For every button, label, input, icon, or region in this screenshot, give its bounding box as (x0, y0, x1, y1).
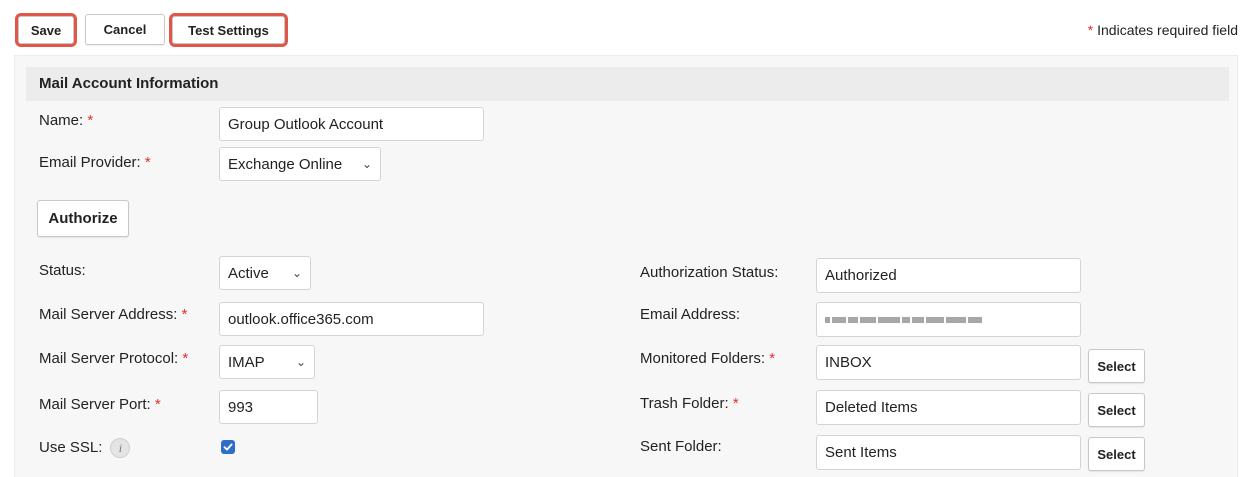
email-provider-select[interactable]: Exchange Online ⌄ (219, 147, 381, 181)
name-label: Name: * (39, 112, 94, 129)
authorization-status-value: Authorized (825, 267, 897, 284)
email-provider-label: Email Provider: * (39, 154, 151, 171)
chevron-down-icon: ⌄ (291, 266, 302, 280)
required-star: * (1087, 22, 1094, 38)
status-value: Active (228, 264, 269, 282)
save-button[interactable]: Save (15, 13, 77, 47)
email-provider-value: Exchange Online (228, 155, 343, 173)
chevron-down-icon: ⌄ (361, 157, 372, 171)
use-ssl-checkbox[interactable] (221, 440, 235, 454)
section-title: Mail Account Information (39, 75, 219, 92)
email-address-label: Email Address: (640, 306, 741, 323)
mail-server-address-value: outlook.office365.com (228, 310, 374, 328)
select-trash-folder-button[interactable]: Select (1088, 393, 1145, 427)
mail-server-protocol-value: IMAP (228, 353, 265, 371)
obscured-email-value (825, 316, 982, 323)
required-field-note: * Indicates required field (1088, 22, 1238, 38)
mail-server-address-input[interactable]: outlook.office365.com (219, 302, 484, 336)
sent-folder-input[interactable]: Sent Items (816, 435, 1081, 470)
required-note-text: Indicates required field (1097, 22, 1238, 38)
mail-server-port-value: 993 (228, 398, 254, 416)
monitored-folders-label: Monitored Folders: * (640, 350, 776, 367)
test-settings-button[interactable]: Test Settings (169, 13, 288, 47)
section-header: Mail Account Information (26, 67, 1229, 101)
mail-server-address-label: Mail Server Address: * (39, 306, 188, 323)
trash-folder-value: Deleted Items (825, 399, 918, 416)
authorization-status-label: Authorization Status: (640, 264, 779, 281)
checkmark-icon (223, 443, 233, 451)
cancel-button[interactable]: Cancel (85, 14, 165, 45)
use-ssl-label: Use SSL: i (39, 438, 131, 458)
status-select[interactable]: Active ⌄ (219, 256, 311, 290)
mail-server-protocol-label: Mail Server Protocol: * (39, 350, 189, 367)
authorize-button[interactable]: Authorize (37, 200, 129, 237)
mail-server-port-label: Mail Server Port: * (39, 396, 161, 413)
email-address-input[interactable] (816, 302, 1081, 337)
monitored-folders-input[interactable]: INBOX (816, 345, 1081, 380)
mail-server-protocol-select[interactable]: IMAP ⌄ (219, 345, 315, 379)
chevron-down-icon: ⌄ (295, 355, 306, 369)
name-input-value: Group Outlook Account (228, 115, 384, 133)
cropped-top-text (0, 0, 1248, 8)
select-sent-folder-button[interactable]: Select (1088, 437, 1145, 471)
name-input[interactable]: Group Outlook Account (219, 107, 484, 141)
status-label: Status: (39, 262, 86, 279)
info-icon[interactable]: i (110, 438, 131, 458)
mail-server-port-input[interactable]: 993 (219, 390, 318, 424)
select-monitored-folders-button[interactable]: Select (1088, 349, 1145, 383)
trash-folder-label: Trash Folder: * (640, 395, 739, 412)
monitored-folders-value: INBOX (825, 354, 872, 371)
trash-folder-input[interactable]: Deleted Items (816, 390, 1081, 425)
authorization-status-input[interactable]: Authorized (816, 258, 1081, 293)
sent-folder-label: Sent Folder: (640, 438, 722, 455)
sent-folder-value: Sent Items (825, 444, 897, 461)
